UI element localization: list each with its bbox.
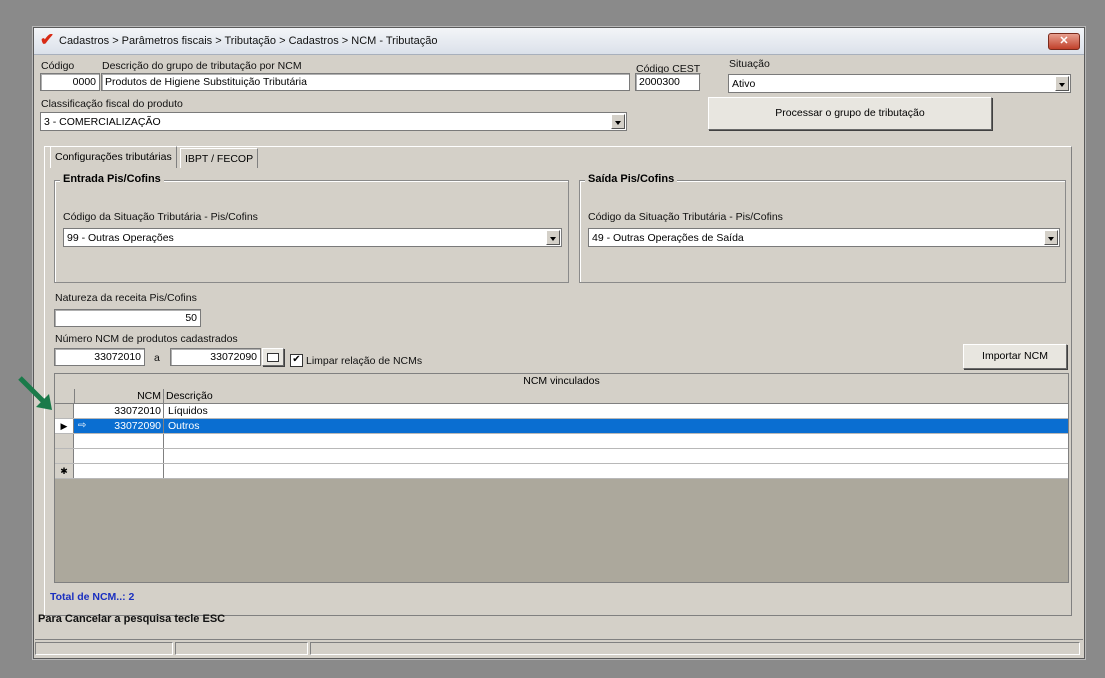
row-ncm: ⇨ 33072090	[74, 419, 164, 433]
grid-header-indicator	[55, 389, 75, 403]
lookup-icon	[267, 353, 279, 362]
row-ncm: 33072010	[74, 404, 164, 418]
descricao-label: Descrição do grupo de tributação por NCM	[102, 60, 302, 72]
row-ncm	[74, 434, 164, 448]
situacao-label: Situação	[729, 58, 770, 70]
processar-button[interactable]: Processar o grupo de tributação	[708, 97, 992, 130]
entrada-cst-select[interactable]: 99 - Outras Operações	[63, 228, 562, 247]
row-ncm-value: 33072090	[114, 420, 161, 432]
row-indicator	[55, 434, 74, 448]
classificacao-label: Classificação fiscal do produto	[41, 98, 183, 110]
codigo-label: Código	[41, 60, 75, 72]
entrada-cst-label: Código da Situação Tributária - Pis/Cofi…	[63, 211, 258, 223]
row-desc: Outros	[168, 420, 200, 432]
chevron-down-icon[interactable]	[546, 230, 560, 245]
tab-ibpt-fecop[interactable]: IBPT / FECOP	[180, 148, 259, 168]
row-indicator	[55, 404, 74, 418]
row-desc: Líquidos	[168, 405, 208, 417]
codigo-field[interactable]: 0000	[40, 73, 100, 91]
total-ncm-label: Total de NCM..: 2	[50, 591, 135, 603]
ncm-tributacao-window: ✔ Cadastros > Parâmetros fiscais > Tribu…	[33, 27, 1085, 659]
ncm-to-field[interactable]: 33072090	[170, 348, 261, 366]
cest-field[interactable]: 2000300	[635, 73, 700, 91]
situacao-select[interactable]: Ativo	[728, 74, 1071, 93]
entrada-title: Entrada Pis/Cofins	[60, 173, 164, 185]
chevron-down-icon[interactable]	[1055, 76, 1069, 91]
saida-cst-value: 49 - Outras Operações de Saída	[592, 232, 744, 244]
status-panel	[175, 642, 308, 655]
saida-group: Saída Pis/Cofins Código da Situação Trib…	[579, 173, 1066, 283]
saida-cst-select[interactable]: 49 - Outras Operações de Saída	[588, 228, 1060, 247]
col-header-ncm[interactable]: NCM	[74, 389, 164, 403]
title-bar: ✔ Cadastros > Parâmetros fiscais > Tribu…	[34, 28, 1084, 55]
ncm-range-sep: a	[154, 352, 160, 364]
chevron-down-icon[interactable]	[611, 114, 625, 129]
col-header-descricao[interactable]: Descrição	[166, 389, 213, 403]
table-row-new[interactable]: ✱	[55, 464, 1068, 479]
ncm-grid: NCM vinculados NCM Descrição 33072010 Lí…	[54, 373, 1069, 583]
app-check-icon: ✔	[40, 30, 55, 49]
grid-caption: NCM vinculados	[55, 374, 1068, 390]
situacao-value: Ativo	[732, 78, 756, 90]
tab-configuracoes[interactable]: Configurações tributárias	[50, 146, 177, 168]
descricao-field[interactable]: Produtos de Higiene Substituição Tributá…	[101, 73, 630, 91]
annotation-arrow-icon	[18, 376, 52, 410]
status-panel	[35, 642, 173, 655]
natureza-field[interactable]: 50	[54, 309, 201, 327]
current-row-indicator-icon: ▶	[55, 419, 74, 433]
natureza-label: Natureza da receita Pis/Cofins	[55, 292, 197, 304]
saida-title: Saída Pis/Cofins	[585, 173, 678, 185]
edit-arrow-icon: ⇨	[78, 420, 87, 431]
importar-ncm-button[interactable]: Importar NCM	[963, 344, 1067, 369]
ncm-range-label: Número NCM de produtos cadastrados	[55, 333, 238, 345]
new-row-icon: ✱	[55, 464, 74, 478]
entrada-group: Entrada Pis/Cofins Código da Situação Tr…	[54, 173, 569, 283]
row-ncm	[74, 464, 164, 478]
ncm-lookup-button[interactable]	[262, 348, 284, 366]
classificacao-value: 3 - COMERCIALIZAÇÃO	[44, 116, 161, 128]
table-row[interactable]: 33072010 Líquidos	[55, 404, 1068, 419]
classificacao-select[interactable]: 3 - COMERCIALIZAÇÃO	[40, 112, 627, 131]
limpar-checkbox[interactable]: ✔	[290, 354, 303, 367]
table-row-empty[interactable]	[55, 434, 1068, 449]
row-ncm	[74, 449, 164, 463]
grid-header: NCM Descrição	[55, 389, 1068, 404]
table-row-selected[interactable]: ▶ ⇨ 33072090 Outros	[55, 419, 1068, 434]
saida-cst-label: Código da Situação Tributária - Pis/Cofi…	[588, 211, 783, 223]
chevron-down-icon[interactable]	[1044, 230, 1058, 245]
status-bar	[35, 639, 1083, 657]
window-title: Cadastros > Parâmetros fiscais > Tributa…	[59, 35, 438, 47]
ncm-from-field[interactable]: 33072010	[54, 348, 145, 366]
limpar-label: Limpar relação de NCMs	[306, 355, 423, 367]
row-indicator	[55, 449, 74, 463]
status-text: Para Cancelar a pesquisa tecle ESC	[38, 613, 226, 625]
entrada-cst-value: 99 - Outras Operações	[67, 232, 174, 244]
table-row-empty[interactable]	[55, 449, 1068, 464]
status-panel	[310, 642, 1080, 655]
close-button[interactable]: ✕	[1048, 33, 1080, 50]
